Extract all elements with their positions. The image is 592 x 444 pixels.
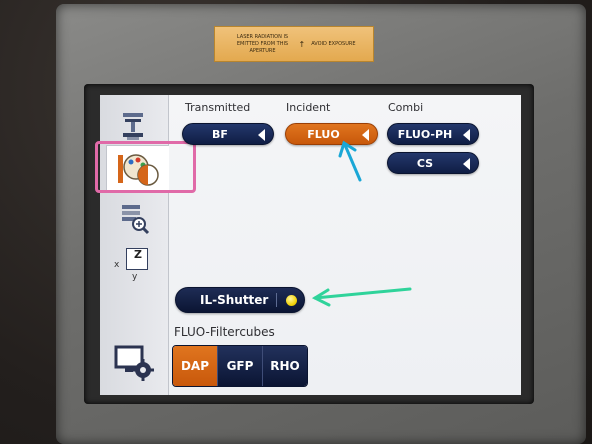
axis-y-label: y bbox=[132, 272, 138, 282]
shutter-divider bbox=[276, 293, 277, 307]
triangle-left-icon bbox=[463, 158, 470, 170]
header-combi: Combi bbox=[388, 101, 424, 114]
filtercube-dap[interactable]: DAP bbox=[173, 346, 218, 386]
axis-x-label: x bbox=[114, 260, 120, 270]
fluo-ph-button-label: FLUO-PH bbox=[397, 127, 453, 141]
triangle-left-icon bbox=[362, 129, 369, 141]
fluo-ph-button[interactable]: FLUO-PH bbox=[387, 123, 479, 145]
bf-button[interactable]: BF bbox=[182, 123, 274, 145]
fluo-button[interactable]: FLUO bbox=[285, 123, 378, 145]
cs-button[interactable]: CS bbox=[387, 152, 479, 174]
warning-left-text: LASER RADIATION IS EMITTED FROM THIS APE… bbox=[236, 33, 289, 54]
laser-warning-label: LASER RADIATION IS EMITTED FROM THIS APE… bbox=[214, 26, 374, 62]
xyz-axis-icon: x Z y bbox=[112, 244, 156, 284]
monitor-settings-icon bbox=[114, 345, 154, 381]
header-incident: Incident bbox=[286, 101, 331, 114]
il-shutter-label: IL-Shutter bbox=[200, 293, 269, 307]
filtercube-selector: DAP GFP RHO bbox=[172, 345, 308, 387]
palette-contrast-icon bbox=[118, 154, 159, 186]
tab-settings[interactable] bbox=[106, 339, 162, 385]
warning-right-text: AVOID EXPOSURE bbox=[311, 40, 356, 47]
il-shutter-button[interactable]: IL-Shutter bbox=[175, 287, 305, 313]
triangle-left-icon bbox=[463, 129, 470, 141]
slide-zoom-icon bbox=[122, 205, 150, 235]
tab-contrast-method[interactable] bbox=[106, 145, 169, 193]
filtercubes-title: FLUO-Filtercubes bbox=[174, 325, 275, 339]
triangle-left-icon bbox=[258, 129, 265, 141]
tab-transmitted-light[interactable] bbox=[106, 103, 162, 149]
tab-objective[interactable] bbox=[106, 195, 162, 241]
cs-button-label: CS bbox=[416, 156, 434, 170]
bf-button-label: BF bbox=[212, 127, 228, 141]
tab-stage-xyz[interactable]: x Z y bbox=[106, 241, 162, 287]
header-transmitted: Transmitted bbox=[185, 101, 251, 114]
shutter-indicator-light-icon bbox=[286, 295, 297, 306]
filtercube-rho[interactable]: RHO bbox=[263, 346, 307, 386]
warning-arrow-icon: ↑ bbox=[298, 39, 306, 49]
axis-z-label: Z bbox=[134, 248, 142, 261]
fluo-button-label: FLUO bbox=[307, 127, 340, 141]
microscope-icon bbox=[123, 113, 143, 140]
filtercube-gfp[interactable]: GFP bbox=[218, 346, 263, 386]
tab-strip: x Z y bbox=[100, 95, 169, 395]
